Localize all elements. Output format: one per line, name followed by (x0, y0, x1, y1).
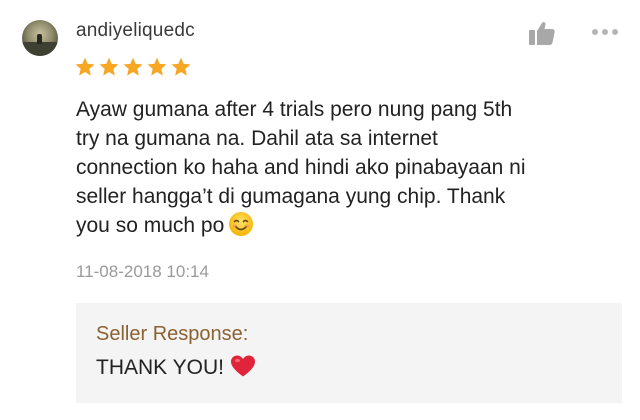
star-rating (74, 56, 192, 78)
avatar[interactable] (22, 20, 58, 56)
star-icon (75, 57, 95, 76)
smiling-face-icon (229, 212, 254, 236)
seller-response-text-row: THANK YOU! (96, 354, 256, 380)
review-card: andiyeliquedc Ayaw gumana after 4 trials… (0, 0, 640, 420)
star-icon (123, 57, 143, 76)
seller-response-label: Seller Response: (96, 323, 249, 345)
seller-response-text: THANK YOU! (96, 356, 224, 379)
star-icon (99, 57, 119, 76)
avatar-figure (37, 34, 42, 44)
reviewer-username[interactable]: andiyeliquedc (76, 20, 195, 42)
star-icon (147, 57, 167, 76)
red-heart-icon (230, 355, 255, 377)
more-options-button[interactable] (590, 24, 622, 40)
thumbs-up-icon (529, 22, 555, 45)
like-button[interactable] (528, 20, 556, 46)
star-icon (171, 57, 191, 76)
avatar-ground (22, 42, 58, 56)
more-dots-icon (592, 29, 618, 35)
review-timestamp: 11-08-2018 10:14 (76, 262, 209, 281)
seller-response: Seller Response: THANK YOU! (76, 303, 622, 403)
review-body: Ayaw gumana after 4 trials pero nung pan… (76, 98, 526, 237)
review-text: Ayaw gumana after 4 trials pero nung pan… (76, 95, 616, 240)
